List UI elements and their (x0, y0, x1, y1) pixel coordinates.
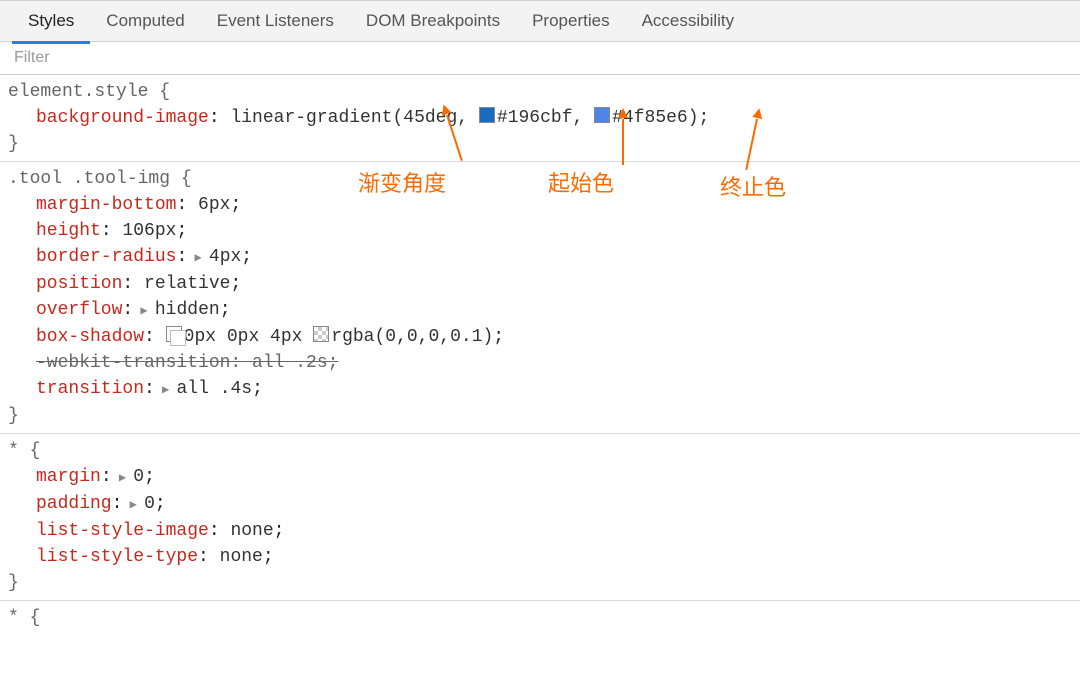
tab-accessibility[interactable]: Accessibility (626, 1, 751, 41)
expand-icon[interactable]: ▶ (187, 251, 209, 265)
tab-styles[interactable]: Styles (12, 0, 90, 44)
tab-dom-breakpoints[interactable]: DOM Breakpoints (350, 1, 516, 41)
tab-computed[interactable]: Computed (90, 1, 200, 41)
selector: * (8, 608, 19, 628)
tab-properties[interactable]: Properties (516, 1, 625, 41)
rule-universal[interactable]: * { margin: ▶ 0; padding: ▶ 0; list-styl… (0, 434, 1080, 601)
devtools-tabs: Styles Computed Event Listeners DOM Brea… (0, 0, 1080, 42)
expand-icon[interactable]: ▶ (112, 471, 134, 485)
rule-universal-2[interactable]: * { (0, 601, 1080, 635)
expand-icon[interactable]: ▶ (155, 383, 177, 397)
styles-panel: element.style { background-image: linear… (0, 75, 1080, 635)
color-swatch-rgba[interactable] (313, 326, 329, 342)
tab-event-listeners[interactable]: Event Listeners (201, 1, 350, 41)
decl-background-image[interactable]: background-image: linear-gradient(45deg,… (8, 105, 1072, 131)
rule-tool-img[interactable]: .tool .tool-img { margin-bottom: 6px; he… (0, 162, 1080, 434)
decl-overridden[interactable]: -webkit-transition: all .2s; (8, 350, 1072, 376)
selector: .tool .tool-img (8, 169, 170, 189)
prop-background-image: background-image (36, 108, 209, 128)
selector: * (8, 441, 19, 461)
filter-input[interactable] (12, 48, 1072, 68)
box-shadow-icon[interactable] (166, 326, 182, 342)
color-swatch-end[interactable] (594, 107, 610, 123)
selector: element.style (8, 82, 148, 102)
filter-row (0, 42, 1080, 75)
color-swatch-start[interactable] (479, 107, 495, 123)
expand-icon[interactable]: ▶ (122, 498, 144, 512)
expand-icon[interactable]: ▶ (133, 304, 155, 318)
rule-element-style[interactable]: element.style { background-image: linear… (0, 75, 1080, 162)
